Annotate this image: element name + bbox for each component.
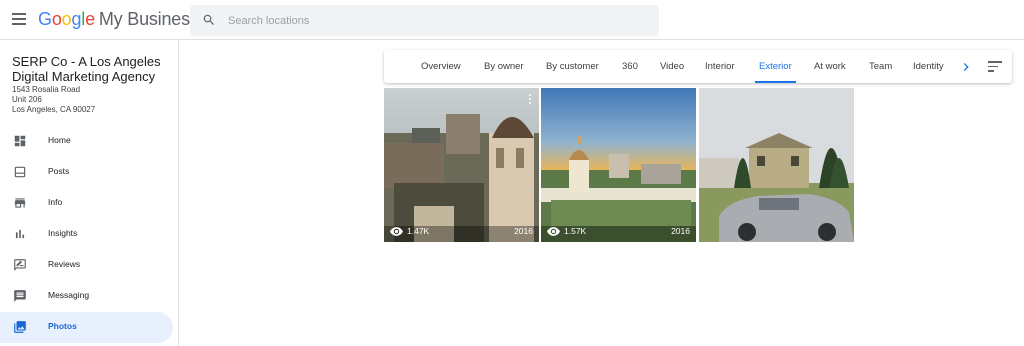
sidebar-item-insights[interactable]: Insights <box>0 219 173 250</box>
sidebar-item-label: Info <box>48 197 63 207</box>
sidebar-item-messaging[interactable]: Messaging <box>0 281 173 312</box>
search-input[interactable] <box>228 5 648 36</box>
photo-library-icon <box>14 321 26 333</box>
logo-letter: e <box>85 9 95 29</box>
sidebar-item-label: Photos <box>48 321 77 331</box>
search-icon <box>203 14 214 25</box>
sidebar-item-home[interactable]: Home <box>0 126 173 157</box>
sidebar-item-label: Reviews <box>48 259 81 269</box>
address-line-1: 1543 Rosalia Road <box>12 85 81 94</box>
sidebar-item-label: Posts <box>48 166 70 176</box>
photo-views: 1.57K <box>547 226 586 236</box>
sidebar-nav: Home Posts Info Insights Reviews Messagi… <box>0 126 178 343</box>
sidebar-item-label: Messaging <box>48 290 90 300</box>
tab-interior[interactable]: Interior <box>705 50 735 83</box>
photo-image <box>699 88 854 242</box>
logo-google-text: Google <box>38 9 95 29</box>
photo-tile[interactable] <box>699 88 854 242</box>
more-options-icon[interactable] <box>529 94 532 106</box>
app-logo[interactable]: Google My Business <box>38 9 199 30</box>
sidebar-item-label: Insights <box>48 228 78 238</box>
dashboard-icon <box>14 135 26 147</box>
tab-exterior[interactable]: Exterior <box>755 50 796 83</box>
sidebar-item-photos[interactable]: Photos <box>0 312 173 343</box>
views-count: 1.57K <box>564 226 587 236</box>
logo-letter: o <box>51 9 62 29</box>
address-line-2: Unit 206 <box>12 95 42 104</box>
sort-icon[interactable] <box>988 61 1002 73</box>
chevron-right-icon[interactable] <box>958 58 974 76</box>
sidebar-item-info[interactable]: Info <box>0 188 173 219</box>
business-address: 1543 Rosalia Road Unit 206 Los Angeles, … <box>12 85 95 115</box>
bar-chart-icon <box>15 229 25 239</box>
sidebar-item-label: Home <box>48 135 71 145</box>
sidebar: SERP Co - A Los Angeles Digital Marketin… <box>0 41 179 346</box>
storefront-icon <box>14 198 26 208</box>
logo-product-text: My Business <box>98 9 199 29</box>
tab-by-customer[interactable]: By customer <box>546 50 599 83</box>
rate-review-icon <box>14 259 26 271</box>
business-name: SERP Co - A Los Angeles Digital Marketin… <box>12 54 161 84</box>
posts-icon <box>14 166 26 178</box>
tab-by-owner[interactable]: By owner <box>484 50 524 83</box>
photo-year: 2016 <box>514 226 533 236</box>
photo-tile[interactable]: 1.57K 2016 <box>541 88 696 242</box>
search-bar[interactable] <box>190 5 659 36</box>
photo-image <box>541 88 696 242</box>
logo-letter: g <box>71 9 82 29</box>
tab-video[interactable]: Video <box>660 50 684 83</box>
photo-year: 2016 <box>671 226 690 236</box>
photo-tile[interactable]: 1.47K 2016 <box>384 88 539 242</box>
message-icon <box>14 290 26 302</box>
tab-overview[interactable]: Overview <box>421 50 461 83</box>
eye-icon <box>547 226 560 236</box>
sidebar-item-posts[interactable]: Posts <box>0 157 173 188</box>
photo-image <box>384 88 539 242</box>
tab-team[interactable]: Team <box>869 50 892 83</box>
photo-category-tabs: Overview By owner By customer 360 Video … <box>384 50 1012 83</box>
tab-at-work[interactable]: At work <box>814 50 846 83</box>
menu-icon[interactable] <box>12 13 26 25</box>
eye-icon <box>390 226 403 236</box>
logo-letter: G <box>38 9 52 29</box>
top-app-bar: Google My Business <box>0 0 1024 40</box>
logo-letter: o <box>61 9 72 29</box>
photo-views: 1.47K <box>390 226 429 236</box>
sidebar-item-reviews[interactable]: Reviews <box>0 250 173 281</box>
views-count: 1.47K <box>407 226 430 236</box>
address-line-3: Los Angeles, CA 90027 <box>12 105 96 114</box>
tab-360[interactable]: 360 <box>622 50 638 83</box>
tab-identity[interactable]: Identity <box>913 50 944 83</box>
